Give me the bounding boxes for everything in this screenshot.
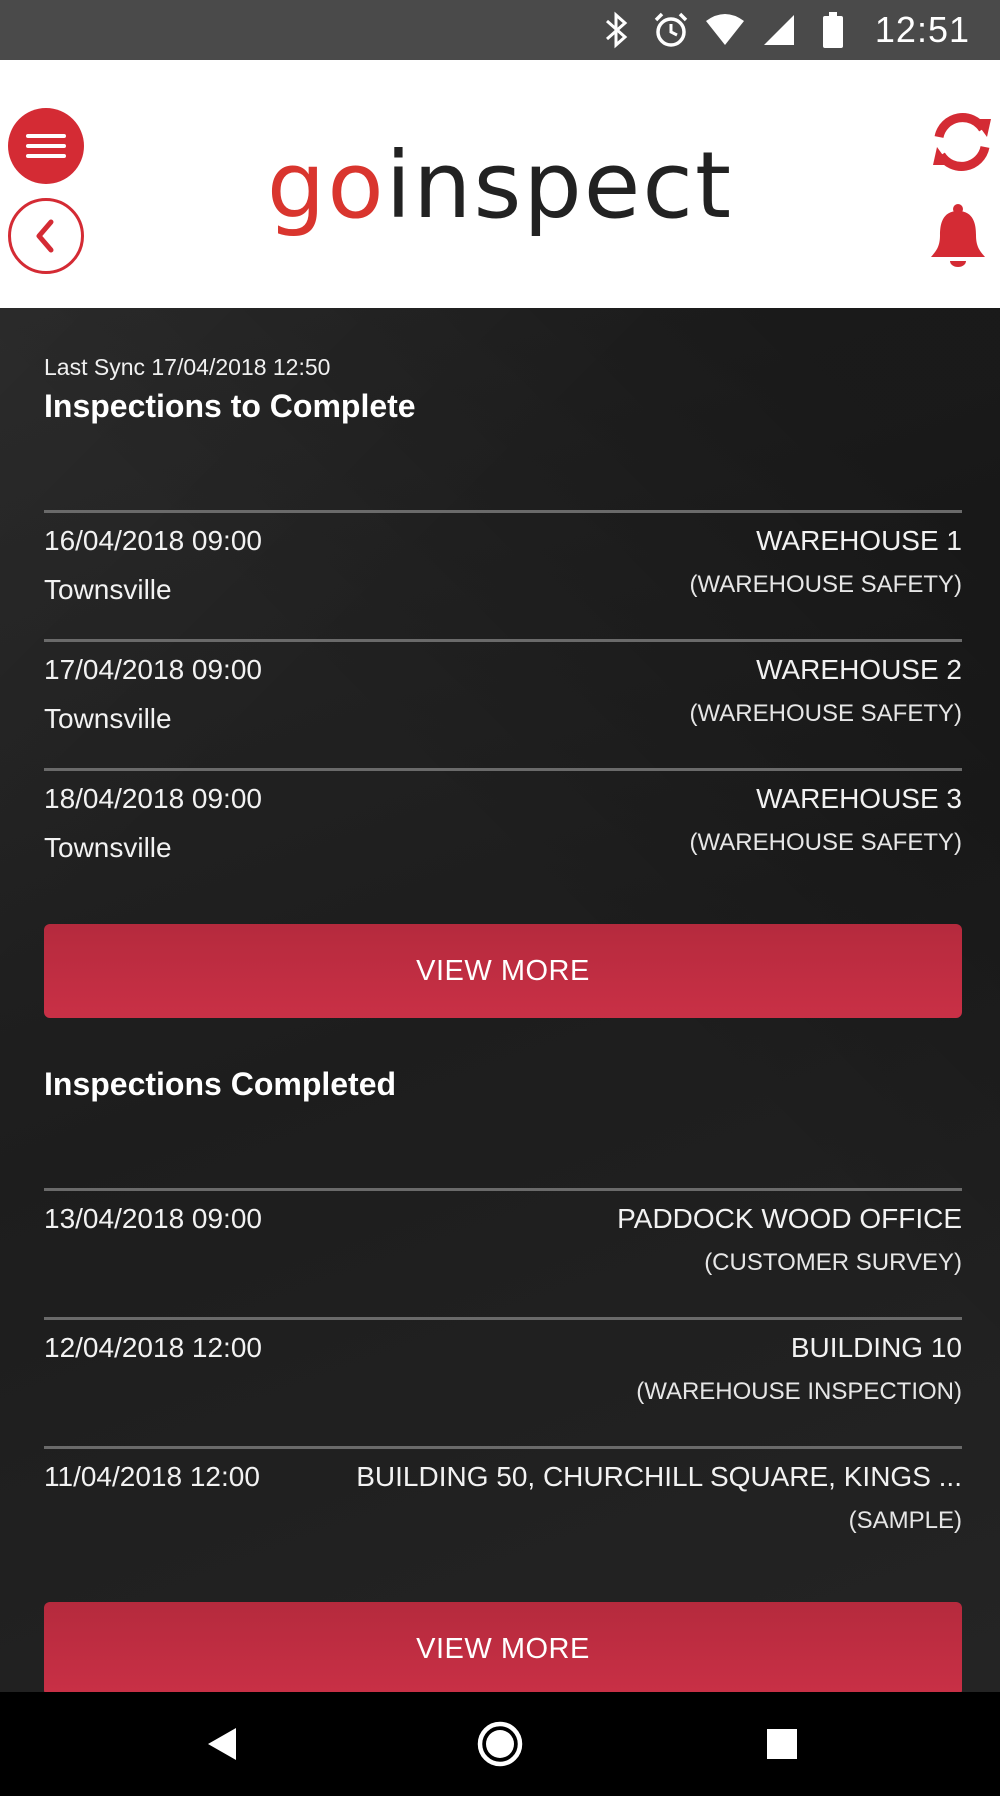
signal-icon xyxy=(759,10,799,50)
inspection-type: (WAREHOUSE SAFETY) xyxy=(689,571,962,598)
inspection-location: Townsville xyxy=(44,703,172,734)
inspection-location: Townsville xyxy=(44,574,172,605)
logo-go: go xyxy=(266,132,386,239)
status-bar: 12:51 xyxy=(0,0,1000,60)
notifications-button[interactable] xyxy=(920,198,996,274)
inspection-date: 18/04/2018 09:00 xyxy=(44,783,262,814)
inspection-row[interactable]: 17/04/2018 09:00 Townsville WAREHOUSE 2 … xyxy=(44,639,962,768)
to-complete-list: 16/04/2018 09:00 Townsville WAREHOUSE 1 … xyxy=(44,510,962,897)
bell-icon xyxy=(931,204,985,267)
inspection-type: (CUSTOMER SURVEY) xyxy=(704,1249,962,1276)
view-more-to-complete-button[interactable]: VIEW MORE xyxy=(44,924,962,1018)
sync-button[interactable] xyxy=(924,104,1000,180)
inspection-type: (WAREHOUSE SAFETY) xyxy=(689,829,962,856)
android-nav-bar xyxy=(0,1692,1000,1796)
inspection-site: BUILDING 10 xyxy=(790,1332,962,1363)
completed-list: 13/04/2018 09:00 PADDOCK WOOD OFFICE (CU… xyxy=(44,1188,962,1575)
inspection-row[interactable]: 18/04/2018 09:00 Townsville WAREHOUSE 3 … xyxy=(44,768,962,897)
inspection-site: WAREHOUSE 3 xyxy=(756,783,962,814)
inspection-date: 12/04/2018 12:00 xyxy=(44,1332,262,1363)
inspection-row[interactable]: 12/04/2018 12:00 BUILDING 10 (WAREHOUSE … xyxy=(44,1317,962,1446)
inspection-date: 11/04/2018 12:00 xyxy=(44,1461,260,1492)
wifi-icon xyxy=(705,10,745,50)
section-title-completed: Inspections Completed xyxy=(44,1066,397,1102)
inspection-type: (WAREHOUSE SAFETY) xyxy=(689,700,962,727)
inspection-row[interactable]: 16/04/2018 09:00 Townsville WAREHOUSE 1 … xyxy=(44,510,962,639)
inspection-date: 17/04/2018 09:00 xyxy=(44,654,262,685)
nav-recent-button[interactable] xyxy=(752,1714,812,1774)
logo-inspect: inspect xyxy=(385,132,734,239)
inspection-site: PADDOCK WOOD OFFICE xyxy=(617,1203,962,1234)
battery-icon xyxy=(813,10,853,50)
inspection-date: 13/04/2018 09:00 xyxy=(44,1203,262,1234)
nav-back-button[interactable] xyxy=(192,1714,252,1774)
section-title-to-complete: Inspections to Complete xyxy=(44,388,416,424)
bluetooth-icon xyxy=(597,10,637,50)
inspection-site: WAREHOUSE 2 xyxy=(756,654,962,685)
app-header: goinspect xyxy=(0,60,1000,308)
nav-home-icon xyxy=(477,1721,523,1767)
status-clock: 12:51 xyxy=(874,9,970,50)
main-content: Last Sync 17/04/2018 12:50 Inspections t… xyxy=(0,308,1000,1692)
inspection-location: Townsville xyxy=(44,832,172,863)
inspection-site: WAREHOUSE 1 xyxy=(756,525,962,556)
alarm-icon xyxy=(651,10,691,50)
nav-recent-icon xyxy=(767,1729,797,1759)
inspection-row[interactable]: 13/04/2018 09:00 PADDOCK WOOD OFFICE (CU… xyxy=(44,1188,962,1317)
app-logo: goinspect xyxy=(0,140,1000,232)
inspection-row[interactable]: 11/04/2018 12:00 BUILDING 50, CHURCHILL … xyxy=(44,1446,962,1575)
inspection-site: BUILDING 50, CHURCHILL SQUARE, KINGS ... xyxy=(356,1461,962,1492)
inspection-type: (WAREHOUSE INSPECTION) xyxy=(636,1378,962,1405)
inspection-type: (SAMPLE) xyxy=(848,1507,962,1534)
inspection-date: 16/04/2018 09:00 xyxy=(44,525,262,556)
nav-home-button[interactable] xyxy=(470,1714,530,1774)
sync-icon xyxy=(933,113,991,171)
view-more-completed-button[interactable]: VIEW MORE xyxy=(44,1602,962,1692)
last-sync-label: Last Sync 17/04/2018 12:50 xyxy=(44,354,331,380)
nav-back-icon xyxy=(208,1728,236,1760)
